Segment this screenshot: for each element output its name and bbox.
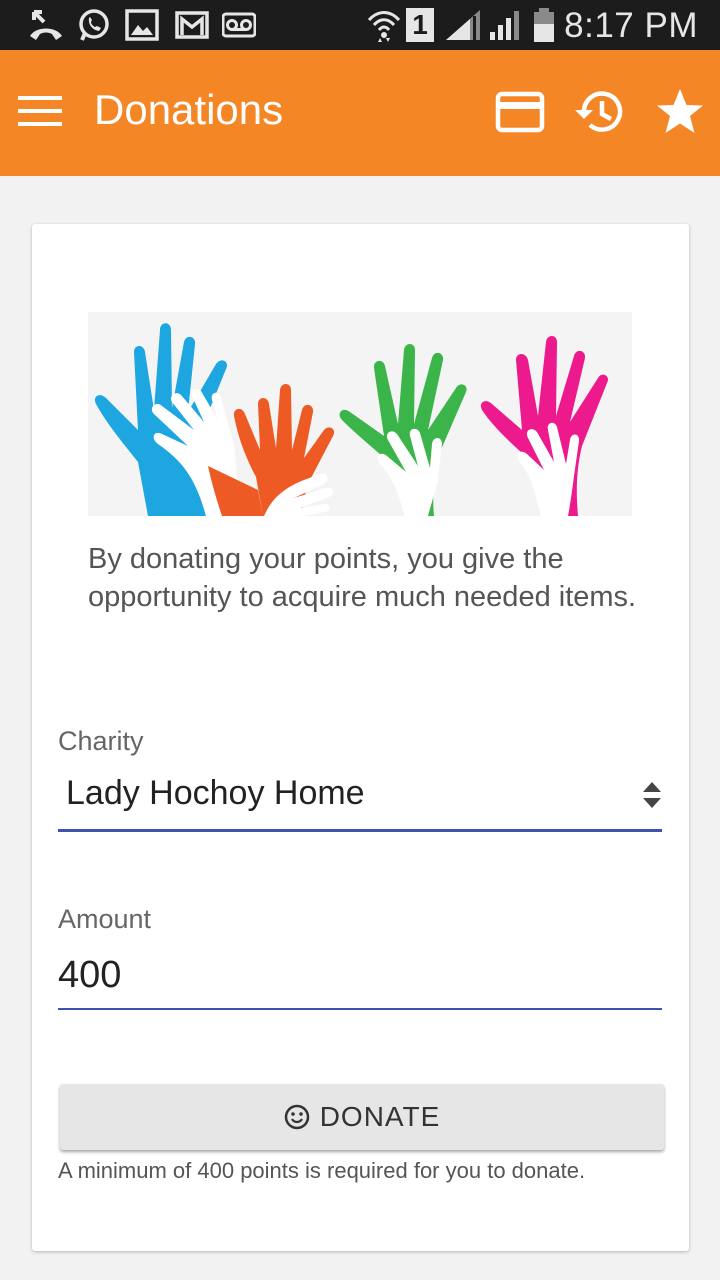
app-bar: Donations bbox=[0, 50, 720, 176]
battery-icon bbox=[534, 8, 554, 42]
minimum-hint: A minimum of 400 points is required for … bbox=[58, 1158, 586, 1183]
signal-icon bbox=[490, 11, 519, 40]
sim-1-icon: 1 bbox=[406, 8, 434, 42]
star-icon[interactable] bbox=[654, 86, 706, 138]
status-time: 8:17 PM bbox=[564, 6, 698, 45]
amount-input-value: 400 bbox=[58, 954, 122, 996]
donation-card: By donating your points, you give the op… bbox=[32, 224, 689, 1251]
select-arrows-icon bbox=[643, 782, 661, 808]
charity-select[interactable]: Lady Hochoy Home bbox=[58, 764, 662, 832]
status-bar: 1 8:17 PM bbox=[0, 0, 720, 50]
gallery-icon bbox=[125, 9, 159, 41]
amount-input[interactable]: 400 bbox=[58, 944, 662, 1010]
donate-button-label: DONATE bbox=[319, 1101, 441, 1132]
smiley-icon bbox=[284, 1104, 309, 1130]
donate-button[interactable]: DONATE bbox=[60, 1084, 664, 1150]
charity-label: Charity bbox=[58, 726, 144, 756]
helping-hands-image bbox=[88, 312, 632, 516]
amount-label: Amount bbox=[58, 904, 152, 934]
sim-badge-label: 1 bbox=[412, 9, 428, 40]
menu-icon[interactable] bbox=[18, 94, 62, 128]
gmail-icon bbox=[175, 11, 209, 39]
signal-icon bbox=[446, 10, 480, 40]
card-icon[interactable] bbox=[494, 86, 546, 138]
page-title: Donations bbox=[94, 86, 284, 133]
intro-text: By donating your points, you give the op… bbox=[88, 543, 637, 613]
voicemail-icon bbox=[222, 12, 256, 38]
charity-select-value: Lady Hochoy Home bbox=[66, 774, 365, 812]
history-icon[interactable] bbox=[574, 86, 626, 138]
whatsapp-icon bbox=[79, 9, 109, 41]
missed-call-icon bbox=[30, 10, 62, 40]
wifi-icon bbox=[367, 11, 401, 42]
